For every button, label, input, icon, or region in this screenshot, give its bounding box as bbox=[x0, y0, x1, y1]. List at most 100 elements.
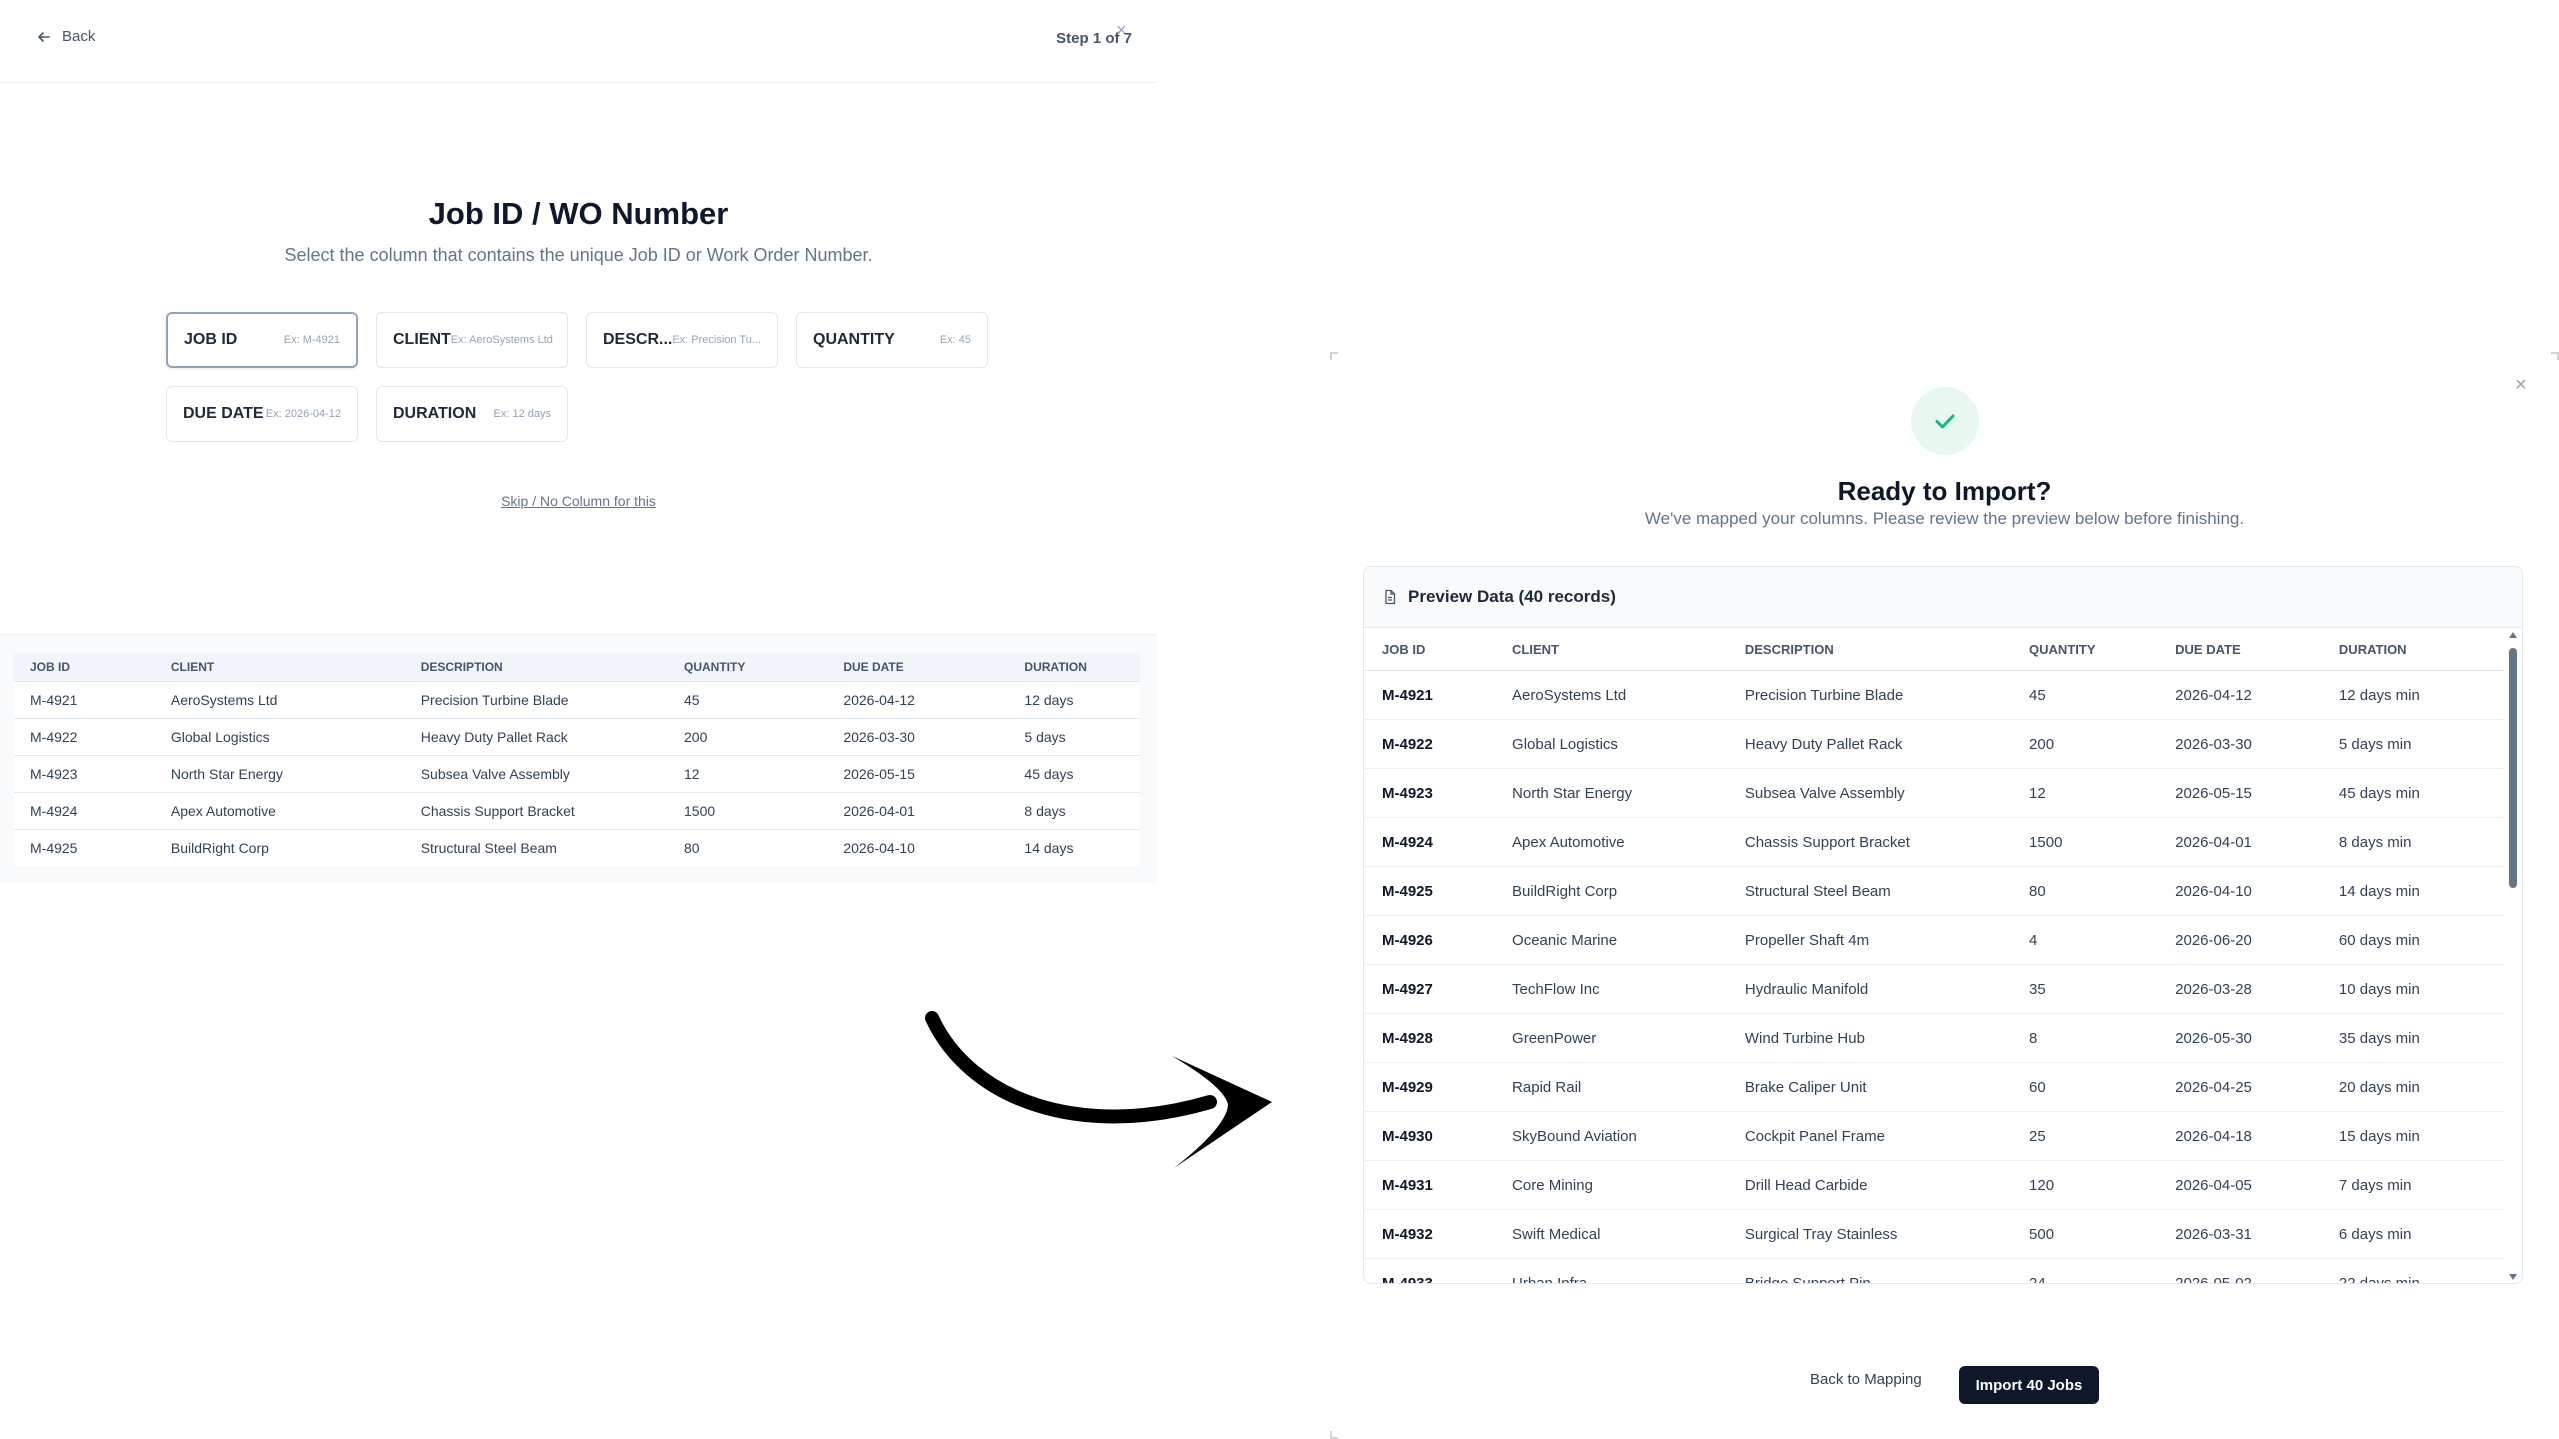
dialog-corner bbox=[2551, 352, 2559, 360]
table-cell: M-4923 bbox=[1364, 768, 1495, 818]
scrollbar-thumb[interactable] bbox=[2509, 648, 2517, 888]
table-cell: M-4925 bbox=[1364, 866, 1495, 916]
table-header-row: JOB ID CLIENT DESCRIPTION QUANTITY DUE D… bbox=[14, 653, 1140, 682]
column-option-client[interactable]: CLIENT Ex: AeroSystems Ltd bbox=[376, 312, 568, 368]
column-option-job-id[interactable]: JOB ID Ex: M-4921 bbox=[166, 312, 358, 368]
table-cell: M-4921 bbox=[1364, 670, 1495, 720]
table-cell: Propeller Shaft 4m bbox=[1726, 915, 2012, 965]
scroll-up-icon[interactable] bbox=[2509, 632, 2517, 638]
table-cell: 12 bbox=[2011, 768, 2158, 818]
preview-scroll-area[interactable]: JOB ID CLIENT DESCRIPTION QUANTITY DUE D… bbox=[1364, 628, 2522, 1283]
table-cell: Global Logistics bbox=[1494, 719, 1727, 769]
table-cell: M-4921 bbox=[14, 681, 155, 719]
table-cell: M-4923 bbox=[14, 755, 155, 793]
column-header: DUE DATE bbox=[827, 653, 1009, 682]
table-cell: Wind Turbine Hub bbox=[1726, 1013, 2012, 1063]
import-button[interactable]: Import 40 Jobs bbox=[1959, 1366, 2099, 1404]
table-cell: Drill Head Carbide bbox=[1726, 1160, 2012, 1210]
column-header: CLIENT bbox=[1494, 628, 1727, 671]
close-icon[interactable]: × bbox=[2515, 374, 2527, 397]
table-row: M-4932 Swift Medical Surgical Tray Stainle… bbox=[1364, 1209, 2504, 1259]
column-header: DESCRIPTION bbox=[1726, 628, 2012, 671]
table-cell: M-4927 bbox=[1364, 964, 1495, 1014]
table-cell: BuildRight Corp bbox=[1494, 866, 1727, 916]
table-cell: Global Logistics bbox=[154, 718, 405, 756]
table-cell: 80 bbox=[2011, 866, 2158, 916]
option-label: DESCR... bbox=[603, 331, 673, 348]
table-cell: 12 days min bbox=[2320, 670, 2504, 720]
column-header: DURATION bbox=[1008, 653, 1140, 682]
table-cell: M-4931 bbox=[1364, 1160, 1495, 1210]
preview-table-body: M-4921 AeroSystems Ltd Precision Turbine B… bbox=[1364, 670, 2504, 1283]
table-row: M-4922 Global Logistics Heavy Duty Pallet … bbox=[1364, 719, 2504, 769]
dialog-subtitle: We've mapped your columns. Please review… bbox=[1644, 509, 2245, 528]
table-cell: 500 bbox=[2011, 1209, 2158, 1259]
table-cell: Core Mining bbox=[1494, 1160, 1727, 1210]
table-cell: Apex Automotive bbox=[1494, 817, 1727, 867]
table-cell: 2026-06-20 bbox=[2157, 915, 2321, 965]
table-header-row: JOB ID CLIENT DESCRIPTION QUANTITY DUE D… bbox=[1364, 628, 2504, 671]
table-cell: 35 bbox=[2011, 964, 2158, 1014]
table-cell: 2026-04-01 bbox=[2157, 817, 2321, 867]
table-cell: AeroSystems Ltd bbox=[154, 681, 405, 719]
page-title: Job ID / WO Number bbox=[428, 196, 729, 231]
column-option-quantity[interactable]: QUANTITY Ex: 45 bbox=[796, 312, 988, 368]
table-cell: 2026-04-10 bbox=[2157, 866, 2321, 916]
table-cell: 200 bbox=[668, 718, 828, 756]
column-option-duration[interactable]: DURATION Ex: 12 days bbox=[376, 386, 568, 442]
table-cell: Oceanic Marine bbox=[1494, 915, 1727, 965]
column-header: QUANTITY bbox=[668, 653, 828, 682]
back-button[interactable]: Back bbox=[36, 28, 95, 45]
table-cell: 24 bbox=[2011, 1258, 2158, 1283]
table-cell: 25 bbox=[2011, 1111, 2158, 1161]
scrollbar[interactable] bbox=[2509, 628, 2520, 1283]
table-cell: BuildRight Corp bbox=[154, 829, 405, 866]
table-cell: 2026-03-30 bbox=[2157, 719, 2321, 769]
table-cell: 200 bbox=[2011, 719, 2158, 769]
table-cell: SkyBound Aviation bbox=[1494, 1111, 1727, 1161]
table-row: M-4921 AeroSystems Ltd Precision Turbine B… bbox=[14, 681, 1140, 719]
table-cell: 2026-04-10 bbox=[827, 829, 1009, 866]
column-header: QUANTITY bbox=[2011, 628, 2158, 671]
option-example: Ex: 12 days bbox=[493, 408, 551, 420]
table-row: M-4933 Urban Infra Bridge Support Pin 24 202… bbox=[1364, 1258, 2504, 1283]
option-label: JOB ID bbox=[184, 331, 238, 348]
table-cell: 2026-05-15 bbox=[827, 755, 1009, 793]
table-cell: M-4930 bbox=[1364, 1111, 1495, 1161]
close-icon[interactable]: × bbox=[1116, 20, 1127, 41]
table-cell: M-4929 bbox=[1364, 1062, 1495, 1112]
column-header: DUE DATE bbox=[2157, 628, 2321, 671]
option-label: DURATION bbox=[393, 405, 477, 422]
option-label: DUE DATE bbox=[183, 405, 264, 422]
table-cell: 2026-04-12 bbox=[2157, 670, 2321, 720]
option-example: Ex: M-4921 bbox=[283, 334, 340, 346]
column-option-due-date[interactable]: DUE DATE Ex: 2026-04-12 bbox=[166, 386, 358, 442]
table-row: M-4924 Apex Automotive Chassis Support Bra… bbox=[14, 792, 1140, 830]
table-cell: 12 days bbox=[1008, 681, 1140, 719]
table-cell: Rapid Rail bbox=[1494, 1062, 1727, 1112]
option-example: Ex: 2026-04-12 bbox=[265, 408, 341, 420]
column-option-description[interactable]: DESCR... Ex: Precision Tu... bbox=[586, 312, 778, 368]
table-cell: Chassis Support Bracket bbox=[404, 792, 668, 830]
table-cell: 2026-05-15 bbox=[2157, 768, 2321, 818]
check-icon bbox=[1935, 414, 1955, 429]
table-cell: 22 days min bbox=[2320, 1258, 2504, 1283]
table-cell: 2026-05-02 bbox=[2157, 1258, 2321, 1283]
table-cell: 45 days bbox=[1008, 755, 1140, 793]
skip-link[interactable]: Skip / No Column for this bbox=[0, 493, 1157, 509]
source-table: JOB ID CLIENT DESCRIPTION QUANTITY DUE D… bbox=[14, 653, 1140, 866]
preview-header: Preview Data (40 records) bbox=[1364, 567, 2522, 628]
table-row: M-4927 TechFlow Inc Hydraulic Manifold 35 20… bbox=[1364, 964, 2504, 1014]
column-header: DURATION bbox=[2320, 628, 2504, 671]
back-to-mapping-button[interactable]: Back to Mapping bbox=[1800, 1361, 1932, 1397]
table-row: M-4925 BuildRight Corp Structural Steel Be… bbox=[14, 829, 1140, 866]
scroll-down-icon[interactable] bbox=[2509, 1274, 2517, 1280]
file-icon bbox=[1385, 589, 1396, 605]
table-cell: 45 bbox=[668, 681, 828, 719]
table-cell: M-4924 bbox=[14, 792, 155, 830]
table-cell: Structural Steel Beam bbox=[404, 829, 668, 866]
table-row: M-4930 SkyBound Aviation Cockpit Panel Fra… bbox=[1364, 1111, 2504, 1161]
arrow-left-icon bbox=[38, 31, 50, 42]
table-cell: 5 days min bbox=[2320, 719, 2504, 769]
column-mapping-panel: Back Step 1 of 7 × Job ID / WO Number Se… bbox=[0, 0, 1157, 883]
